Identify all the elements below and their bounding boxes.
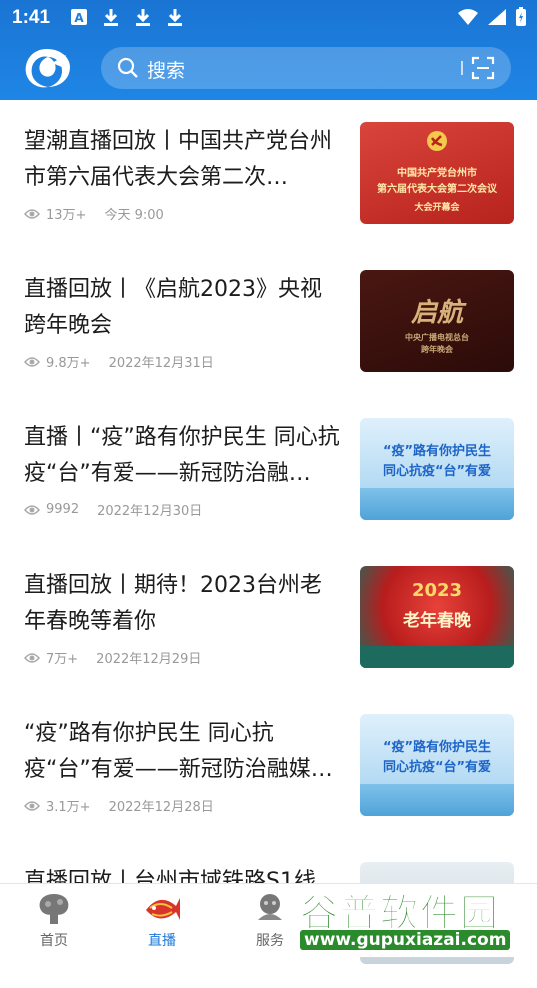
party-emblem-icon (427, 131, 447, 151)
status-time: 1:41 (12, 7, 51, 28)
search-icon (117, 57, 138, 78)
item-thumbnail[interactable]: 中国共产党台州市 第六届代表大会第二次会议 大会开幕会 (360, 122, 514, 224)
item-date: 今天 9:00 (104, 208, 164, 223)
item-meta: 13万+ 今天 9:00 (24, 204, 164, 223)
live-icon (146, 898, 180, 920)
item-title[interactable]: 直播回放丨期待！2023台州老年春晚等着你 (24, 568, 342, 640)
battery-icon (516, 7, 526, 26)
download-icon (134, 8, 152, 26)
search-divider (461, 61, 463, 75)
item-meta: 7万+ 2022年12月29日 (24, 648, 201, 667)
site-watermark: 谷普软件园 www.gupuxiazai.com (292, 880, 537, 956)
search-placeholder: 搜索 (147, 60, 186, 82)
eye-icon (24, 356, 40, 367)
view-count: 13万+ (46, 208, 87, 223)
thumb-line: “疫”路有你护民生 (382, 444, 492, 459)
system-icons (457, 7, 527, 27)
signal-icon (488, 9, 506, 25)
item-thumbnail[interactable]: 2023 老年春晚 (360, 566, 514, 668)
item-date: 2022年12月31日 (108, 356, 214, 371)
thumb-line: 启航 (410, 298, 463, 328)
list-item[interactable]: 直播回放丨《启航2023》央视跨年晚会 9.8万+ 2022年12月31日 启航… (0, 248, 537, 396)
item-meta: 9992 2022年12月30日 (24, 500, 202, 519)
tab-live[interactable]: 直播 (108, 884, 216, 957)
view-count: 7万+ (46, 652, 79, 667)
thumb-line: 同心抗疫“台”有爱 (382, 464, 492, 479)
view-count: 9.8万+ (46, 356, 91, 371)
item-meta: 3.1万+ 2022年12月28日 (24, 796, 214, 815)
thumb-line: 大会开幕会 (414, 203, 460, 213)
list-item[interactable]: 直播丨“疫”路有你护民生 同心抗疫“台”有爱——新冠防治融… 9992 2022… (0, 396, 537, 544)
thumb-line: 第六届代表大会第二次会议 (377, 184, 497, 195)
watermark-title: 谷普软件园 (299, 891, 501, 936)
item-date: 2022年12月28日 (108, 800, 214, 815)
watermark-url: www.gupuxiazai.com (300, 930, 511, 950)
scan-icon[interactable] (471, 56, 495, 80)
thumb-line: 老年春晚 (403, 611, 471, 631)
item-thumbnail[interactable]: “疫”路有你护民生 同心抗疫“台”有爱 (360, 418, 514, 520)
item-thumbnail[interactable]: “疫”路有你护民生 同心抗疫“台”有爱 (360, 714, 514, 816)
item-title[interactable]: 直播丨“疫”路有你护民生 同心抗疫“台”有爱——新冠防治融… (24, 420, 342, 492)
thumb-line: “疫”路有你护民生 (382, 740, 492, 755)
tab-home[interactable]: 首页 (0, 884, 108, 957)
thumb-base (360, 646, 514, 668)
download-icon (102, 8, 120, 26)
download-icon (166, 8, 184, 26)
thumb-line: 2023 (411, 580, 463, 601)
search-bar[interactable]: 搜索 (101, 47, 511, 89)
font-notification-icon: A (70, 8, 88, 26)
service-icon (258, 894, 282, 920)
list-item[interactable]: “疫”路有你护民生 同心抗疫“台”有爱——新冠防治融媒… 3.1万+ 2022年… (0, 692, 537, 840)
wifi-icon (458, 9, 478, 25)
thumb-line: 跨年晚会 (421, 345, 453, 354)
item-date: 2022年12月30日 (97, 504, 203, 519)
thumb-line: 中央广播电视总台 (405, 333, 469, 342)
thumb-line: 同心抗疫“台”有爱 (382, 760, 492, 775)
tab-label: 直播 (148, 933, 176, 949)
item-title[interactable]: 望潮直播回放丨中国共产党台州市第六届代表大会第二次… (24, 124, 342, 196)
item-meta: 9.8万+ 2022年12月31日 (24, 352, 214, 371)
thumb-skyline (360, 488, 514, 520)
view-count: 3.1万+ (46, 800, 91, 815)
thumb-line: 中国共产党台州市 (397, 168, 477, 179)
eye-icon (24, 504, 40, 515)
eye-icon (24, 800, 40, 811)
eye-icon (24, 652, 40, 663)
home-icon (39, 894, 69, 924)
app-logo-icon[interactable] (22, 45, 72, 91)
app-header: 1:41 A 搜索 (0, 0, 537, 100)
tab-label: 首页 (40, 933, 68, 949)
item-title[interactable]: 直播回放丨《启航2023》央视跨年晚会 (24, 272, 342, 344)
item-thumbnail[interactable]: 启航 中央广播电视总台 跨年晚会 (360, 270, 514, 372)
svg-text:A: A (74, 11, 84, 25)
item-date: 2022年12月29日 (96, 652, 202, 667)
thumb-skyline (360, 784, 514, 816)
status-bar: 1:41 A (0, 0, 537, 34)
eye-icon (24, 208, 40, 219)
item-title[interactable]: “疫”路有你护民生 同心抗疫“台”有爱——新冠防治融媒… (24, 716, 342, 788)
list-item[interactable]: 直播回放丨期待！2023台州老年春晚等着你 7万+ 2022年12月29日 20… (0, 544, 537, 692)
list-item[interactable]: 望潮直播回放丨中国共产党台州市第六届代表大会第二次… 13万+ 今天 9:00 … (0, 100, 537, 248)
view-count: 9992 (46, 502, 80, 517)
notification-icons: A (70, 8, 184, 26)
